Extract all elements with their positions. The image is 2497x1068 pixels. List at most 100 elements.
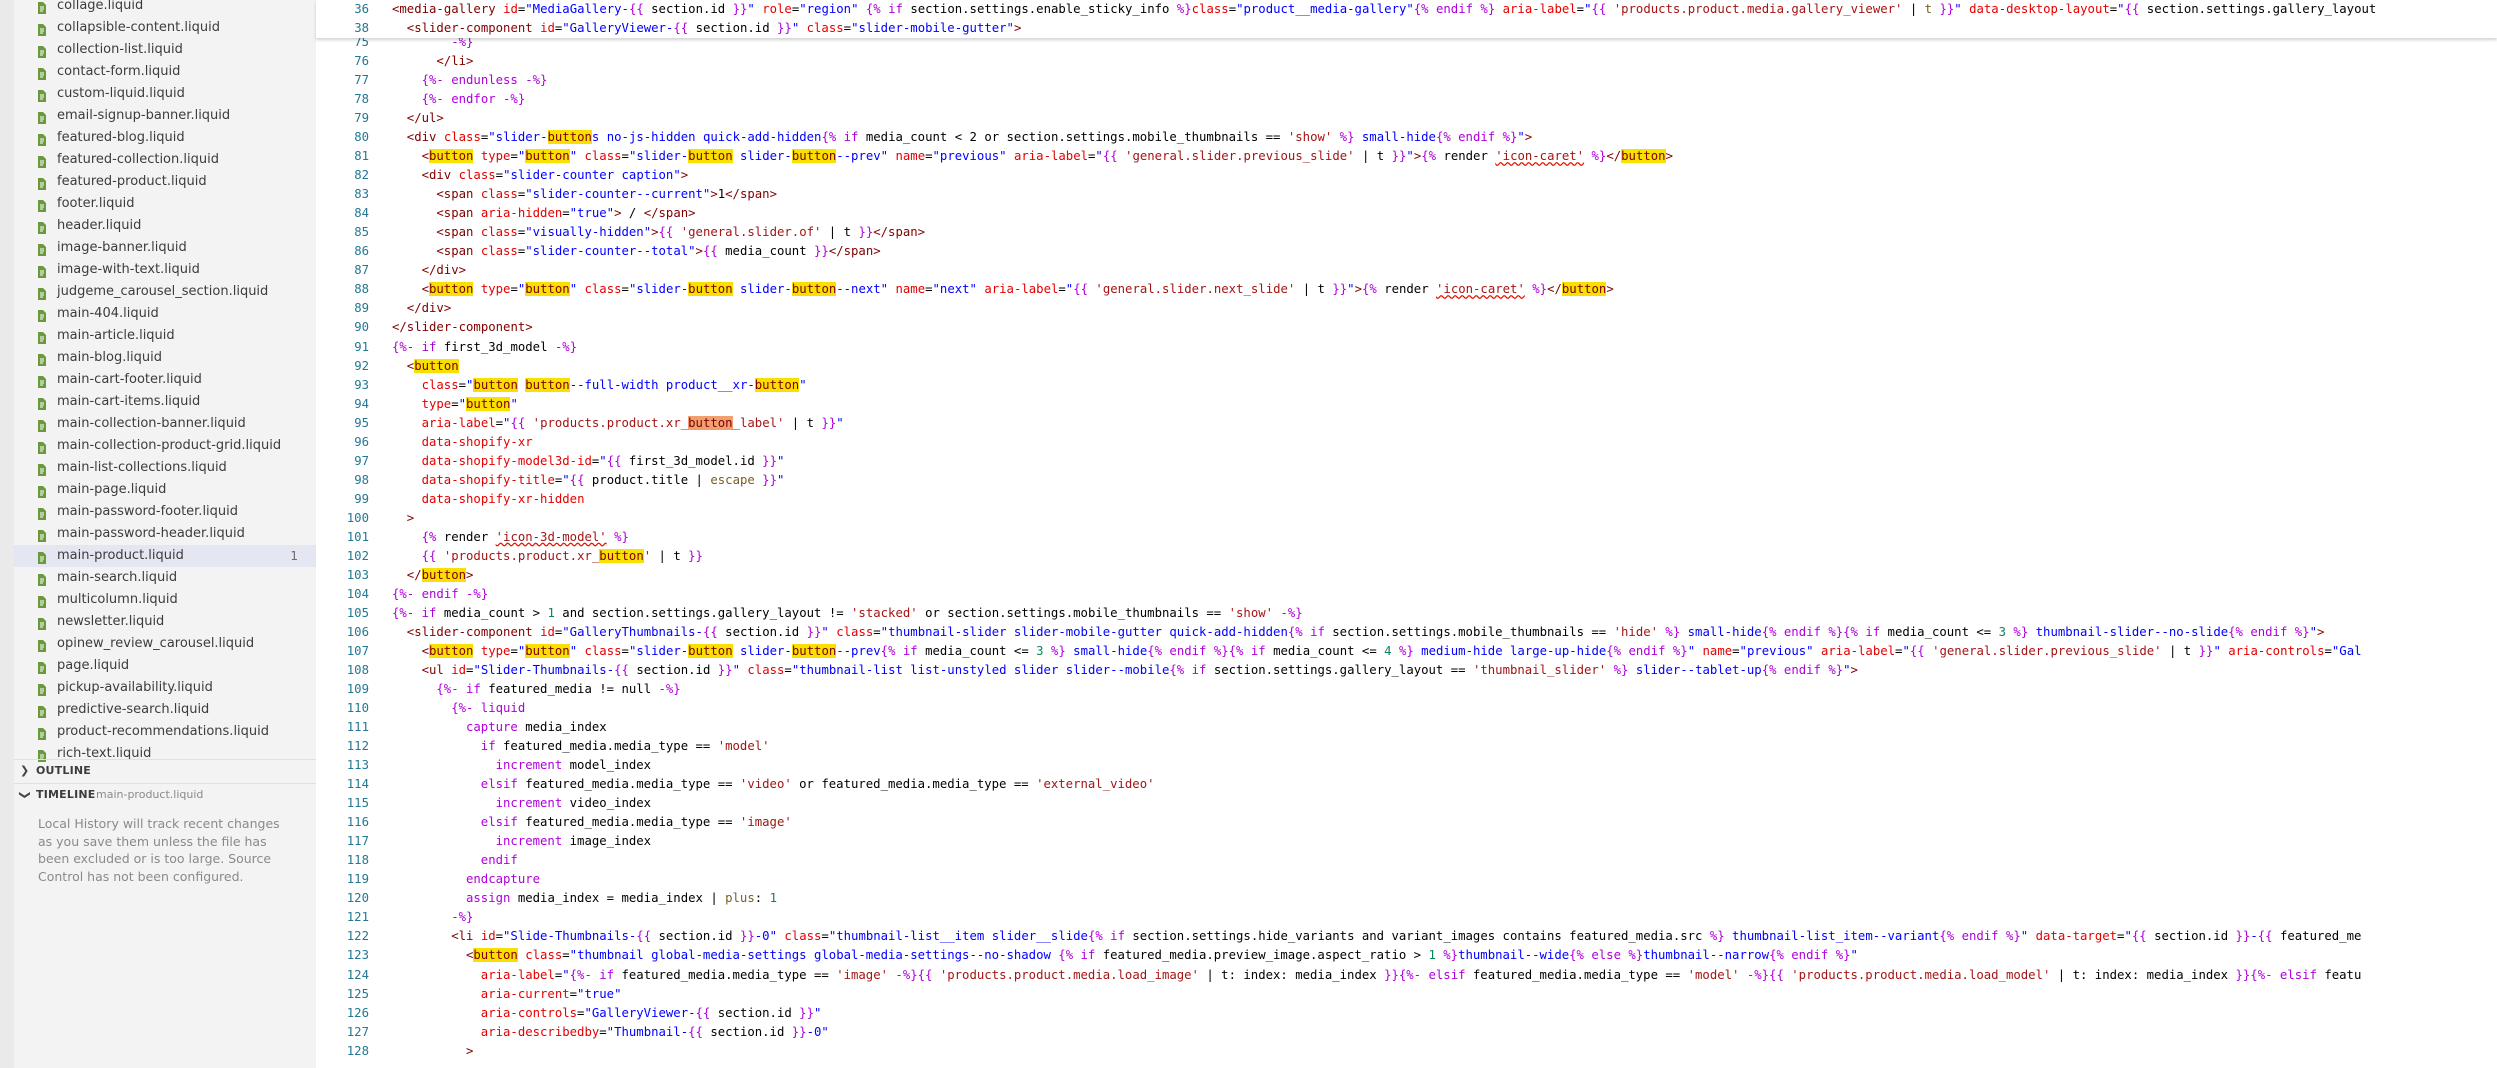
code-token: section.id: [658, 929, 740, 944]
code-line[interactable]: <div class="slider-buttons no-js-hidden …: [407, 128, 1532, 147]
code-line[interactable]: </ul>: [407, 109, 444, 128]
file-item[interactable]: pickup-availability.liquid: [14, 677, 316, 699]
code-line[interactable]: aria-label="{%- if featured_media.media_…: [481, 966, 2362, 985]
code-line[interactable]: capture media_index: [466, 718, 607, 737]
file-item[interactable]: main-cart-items.liquid: [14, 391, 316, 413]
timeline-panel-header[interactable]: ❯ TIMELINE main-product.liquid: [14, 783, 316, 806]
code-line[interactable]: {%- if first_3d_model -%}: [392, 338, 577, 357]
code-line[interactable]: <span class="slider-counter--total">{{ m…: [436, 242, 880, 261]
file-item[interactable]: featured-product.liquid: [14, 171, 316, 193]
file-item[interactable]: image-with-text.liquid: [14, 259, 316, 281]
file-item[interactable]: main-search.liquid: [14, 567, 316, 589]
code-line[interactable]: increment image_index: [496, 832, 651, 851]
code-line[interactable]: <button type="button" class="slider-butt…: [422, 642, 2362, 661]
code-line[interactable]: {%- if featured_media != null -%}: [436, 680, 680, 699]
code-line[interactable]: >: [407, 509, 414, 528]
file-item[interactable]: custom-liquid.liquid: [14, 83, 316, 105]
code-editor[interactable]: 7475767778798081828384858687888990919293…: [316, 0, 2497, 1068]
code-line[interactable]: <button class="thumbnail global-media-se…: [466, 946, 1858, 965]
code-line[interactable]: data-shopify-title="{{ product.title | e…: [422, 471, 785, 490]
line-number: 124: [346, 967, 369, 982]
file-item[interactable]: opinew_review_carousel.liquid: [14, 633, 316, 655]
code-line[interactable]: <div class="slider-counter caption">: [422, 166, 689, 185]
code-line[interactable]: <slider-component id = "GalleryThumbnails-…: [407, 623, 2325, 642]
file-name: main-blog.liquid: [57, 350, 162, 365]
code-line[interactable]: {%- endif -%}: [392, 585, 488, 604]
code-line[interactable]: -%}: [451, 908, 473, 927]
code-line[interactable]: <span class="visually-hidden">{{ 'genera…: [436, 223, 925, 242]
file-item[interactable]: main-page.liquid: [14, 479, 316, 501]
file-item[interactable]: collage.liquid: [14, 0, 316, 17]
code-token: }}: [762, 453, 777, 468]
file-item[interactable]: featured-blog.liquid: [14, 127, 316, 149]
file-item[interactable]: main-404.liquid: [14, 303, 316, 325]
file-item[interactable]: judgeme_carousel_section.liquid: [14, 281, 316, 303]
code-line[interactable]: <button type="button" class="slider-butt…: [422, 280, 1614, 299]
file-item[interactable]: multicolumn.liquid: [14, 589, 316, 611]
sticky-scroll-header[interactable]: 36 38 <media-gallery id="MediaGallery-{{ …: [316, 0, 2497, 38]
code-line[interactable]: aria-label= " {{ 'products.product.xr_butt…: [422, 414, 844, 433]
code-line[interactable]: <media-gallery id="MediaGallery-{{ secti…: [392, 0, 2376, 19]
code-line[interactable]: increment video_index: [496, 794, 651, 813]
code-line[interactable]: <span class="slider-counter--current">1<…: [436, 185, 777, 204]
file-item[interactable]: main-article.liquid: [14, 325, 316, 347]
code-line[interactable]: data-shopify-xr: [422, 433, 533, 452]
file-item[interactable]: predictive-search.liquid: [14, 699, 316, 721]
code-line[interactable]: <button: [407, 357, 459, 376]
code-line[interactable]: </li>: [436, 52, 473, 71]
code-line[interactable]: increment model_index: [496, 756, 651, 775]
code-line[interactable]: {%- endunless -%}: [422, 71, 548, 90]
code-line[interactable]: <button type="button" class="slider-butt…: [422, 147, 1673, 166]
code-line[interactable]: aria-describedby="Thumbnail-{{ section.i…: [481, 1023, 829, 1042]
code-line[interactable]: aria-current="true": [481, 985, 622, 1004]
code-line[interactable]: <li id="Slide-Thumbnails-{{ section.id }…: [451, 927, 2361, 946]
code-line[interactable]: elsif featured_media.media_type == 'vide…: [481, 775, 1155, 794]
file-item[interactable]: contact-form.liquid: [14, 61, 316, 83]
code-line[interactable]: </slider-component>: [392, 318, 533, 337]
code-line[interactable]: {%- endfor -%}: [422, 90, 526, 109]
code-line[interactable]: elsif featured_media.media_type == 'imag…: [481, 813, 792, 832]
code-line[interactable]: type="button": [422, 395, 518, 414]
outline-panel-header[interactable]: ❯ OUTLINE: [14, 759, 316, 782]
code-line[interactable]: aria-controls="GalleryViewer-{{ section.…: [481, 1004, 822, 1023]
code-line[interactable]: </button>: [407, 566, 473, 585]
file-item[interactable]: image-banner.liquid: [14, 237, 316, 259]
code-token: section.settings.gallery_layout: [2146, 2, 2377, 16]
activity-bar-edge: [0, 0, 14, 1068]
code-token: t: [1924, 2, 1933, 16]
code-line[interactable]: if featured_media.media_type == 'model': [481, 737, 770, 756]
code-line[interactable]: data-shopify-xr-hidden: [422, 490, 585, 509]
code-line[interactable]: assign media_index = media_index | plus:…: [466, 889, 777, 908]
file-item[interactable]: main-password-header.liquid: [14, 523, 316, 545]
code-line[interactable]: {%- liquid: [451, 699, 525, 718]
file-item[interactable]: featured-collection.liquid: [14, 149, 316, 171]
file-item[interactable]: main-password-footer.liquid: [14, 501, 316, 523]
code-line[interactable]: endif: [481, 851, 518, 870]
file-item[interactable]: collection-list.liquid: [14, 39, 316, 61]
code-line[interactable]: <ul id="Slider-Thumbnails-{{ section.id …: [422, 661, 1858, 680]
file-item[interactable]: newsletter.liquid: [14, 611, 316, 633]
file-item[interactable]: main-list-collections.liquid: [14, 457, 316, 479]
code-line[interactable]: </div>: [407, 299, 451, 318]
file-item[interactable]: footer.liquid: [14, 193, 316, 215]
code-line[interactable]: {%- if media_count > 1 and section.setti…: [392, 604, 1303, 623]
code-line[interactable]: <span aria-hidden="true"> / </span>: [436, 204, 695, 223]
code-line[interactable]: {{ 'products.product.xr_button' | t }}: [422, 547, 703, 566]
file-item[interactable]: email-signup-banner.liquid: [14, 105, 316, 127]
code-line[interactable]: {% render 'icon-3d-model' %}: [422, 528, 629, 547]
file-item[interactable]: page.liquid: [14, 655, 316, 677]
file-item[interactable]: main-collection-banner.liquid: [14, 413, 316, 435]
file-item[interactable]: main-cart-footer.liquid: [14, 369, 316, 391]
code-line[interactable]: endcapture: [466, 870, 540, 889]
file-item[interactable]: header.liquid: [14, 215, 316, 237]
code-line[interactable]: </div>: [422, 261, 466, 280]
code-line[interactable]: >: [466, 1042, 473, 1061]
code-line[interactable]: <slider-component id = "GalleryViewer-{{ s…: [407, 19, 1022, 38]
file-item[interactable]: product-recommendations.liquid: [14, 721, 316, 743]
file-item[interactable]: main-collection-product-grid.liquid: [14, 435, 316, 457]
file-item[interactable]: main-product.liquid 1: [14, 545, 316, 567]
file-item[interactable]: collapsible-content.liquid: [14, 17, 316, 39]
code-line[interactable]: class="button button--full-width product…: [422, 376, 807, 395]
code-line[interactable]: data-shopify-model3d-id="{{ first_3d_mod…: [422, 452, 785, 471]
file-item[interactable]: main-blog.liquid: [14, 347, 316, 369]
